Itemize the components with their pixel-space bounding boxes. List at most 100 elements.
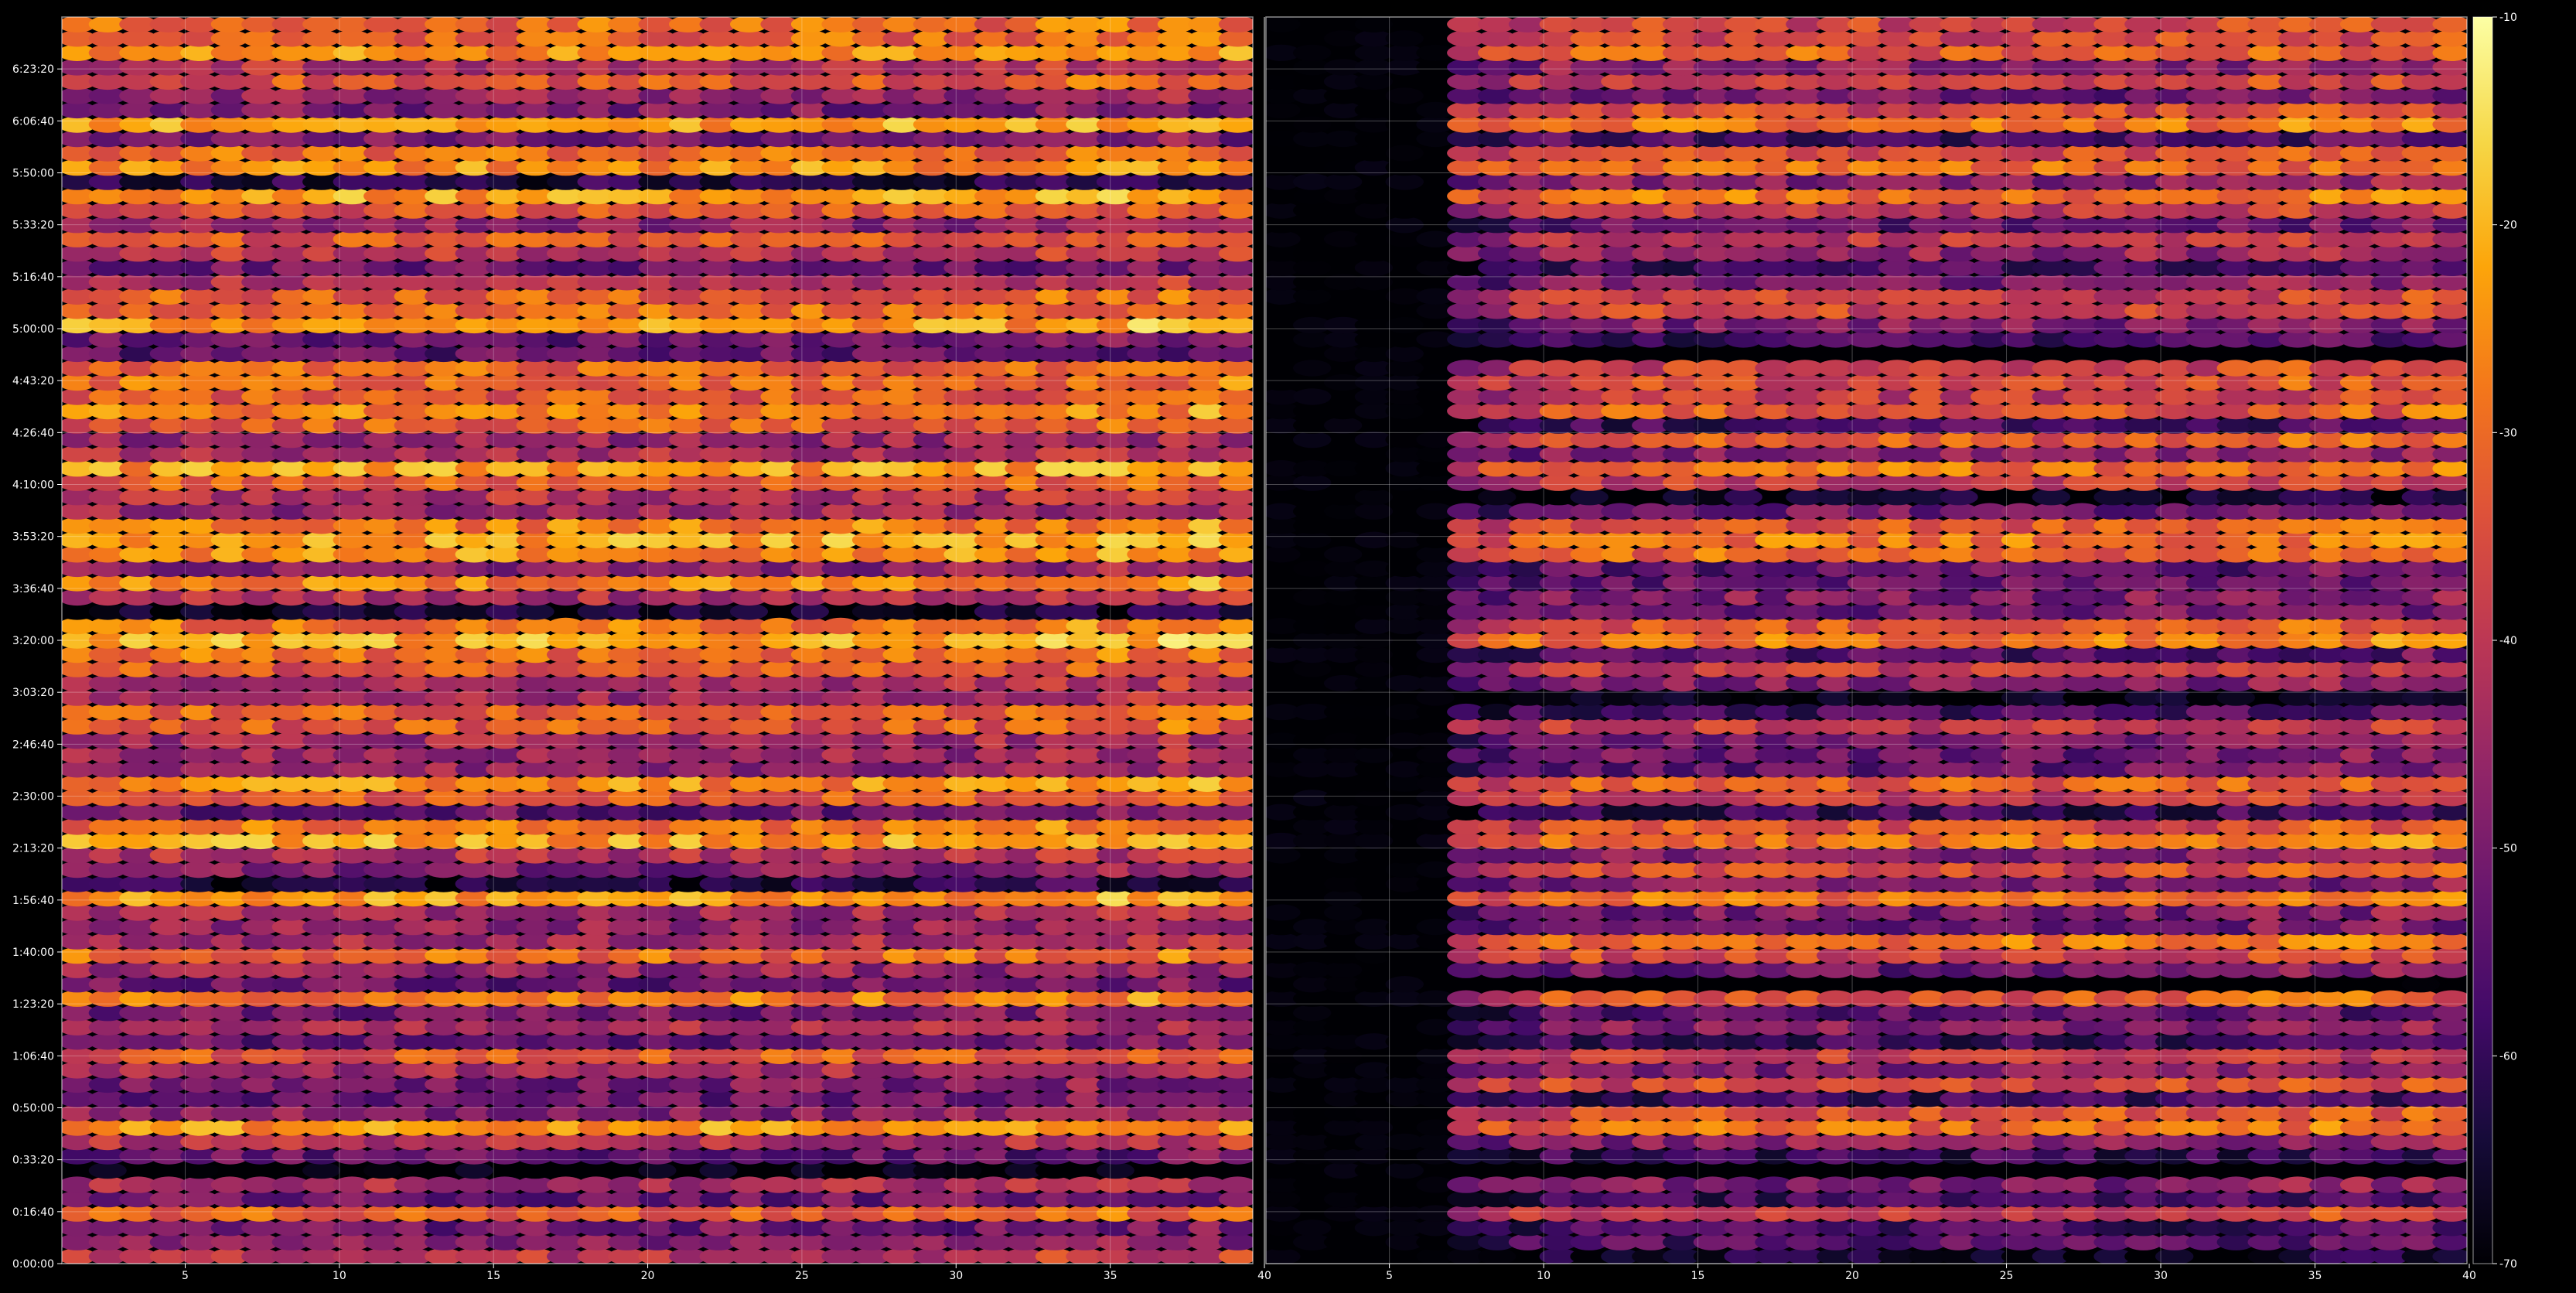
heatmap-cell <box>1218 546 1253 563</box>
heatmap-cell <box>1218 646 1253 664</box>
heatmap-cell <box>1354 689 1394 706</box>
heatmap-cell <box>2432 674 2467 692</box>
heatmap-cell <box>1218 832 1253 850</box>
heatmap-cell <box>1218 245 1253 262</box>
heatmap-cell <box>1218 589 1253 606</box>
heatmap-cell <box>1218 145 1253 162</box>
heatmap-cell <box>1323 1018 1363 1036</box>
heatmap-cell <box>1218 1005 1253 1022</box>
heatmap-cell <box>2432 1248 2467 1264</box>
heatmap-cell <box>2432 889 2467 907</box>
heatmap-cell <box>1416 689 1455 706</box>
heatmap-cell <box>1218 689 1253 706</box>
heatmap-cell <box>1218 1248 1253 1264</box>
heatmap-cell <box>1354 646 1394 664</box>
heatmap-cell <box>1218 617 1253 635</box>
heatmap-cell <box>1096 1162 1134 1179</box>
heatmap-cell <box>1218 674 1253 692</box>
heatmap-cell <box>1218 202 1253 219</box>
heatmap-cell <box>1385 1162 1424 1179</box>
heatmap-cell <box>1354 818 1394 835</box>
heatmap-cell <box>1218 933 1253 950</box>
heatmap-cell <box>2432 790 2467 807</box>
heatmap-cell <box>2432 1176 2467 1193</box>
heatmap-cell <box>1218 474 1253 491</box>
heatmap-cell <box>1218 990 1253 1007</box>
heatmap-cell <box>1218 1090 1253 1107</box>
heatmap-cell <box>1218 374 1253 391</box>
heatmap-cell <box>1218 961 1253 978</box>
heatmap-cell <box>1755 689 1793 706</box>
heatmap-cell <box>1218 1076 1253 1093</box>
heatmap-cell <box>1293 1220 1332 1237</box>
heatmap-cell <box>1323 889 1363 907</box>
heatmap-cell <box>1218 1148 1253 1165</box>
heatmap-cell <box>2432 1133 2467 1151</box>
heatmap-cell <box>1218 847 1253 864</box>
heatmap-cell <box>1218 875 1253 892</box>
heatmap-cell <box>1218 790 1253 807</box>
heatmap-cell <box>1218 59 1253 76</box>
heatmap-cell <box>1218 861 1253 878</box>
heatmap-cell <box>1218 316 1253 334</box>
heatmap-cell <box>699 1162 738 1179</box>
heatmap-cell <box>2432 847 2467 864</box>
heatmap-cell <box>1218 116 1253 133</box>
heatmap-cell <box>1218 101 1253 119</box>
heatmap-cell <box>1385 904 1424 921</box>
heatmap-cell <box>1385 976 1424 993</box>
heatmap-cell <box>1218 803 1253 820</box>
heatmap-cell <box>2432 1062 2467 1079</box>
heatmap-cell <box>1266 904 1301 921</box>
heatmap-cell <box>1385 1005 1424 1022</box>
heatmap-cell <box>1385 1104 1424 1122</box>
heatmap-cell <box>2432 689 2467 706</box>
heatmap-cell <box>516 603 554 620</box>
heatmap-cell <box>302 1162 341 1179</box>
heatmap-cell <box>516 1162 554 1179</box>
heatmap-cell <box>1354 746 1394 763</box>
heatmap-cell <box>2432 1205 2467 1222</box>
heatmap-cell <box>1218 402 1253 420</box>
heatmap-cell <box>1218 173 1253 190</box>
heatmap-cell <box>2432 818 2467 835</box>
heatmap-cell <box>1218 331 1253 348</box>
heatmap-cell <box>2432 1104 2467 1122</box>
heatmap-cell <box>1218 560 1253 578</box>
heatmap-cell <box>2216 689 2255 706</box>
heatmap-cell <box>1218 718 1253 735</box>
heatmap-cell <box>1218 259 1253 276</box>
heatmap-cell <box>821 1162 860 1179</box>
heatmap-cell <box>1266 947 1301 964</box>
heatmap-cell <box>1218 274 1253 291</box>
heatmap-cell <box>1218 818 1253 835</box>
heatmap-cell <box>1218 1133 1253 1151</box>
heatmap-cell <box>2432 861 2467 878</box>
heatmap-cell <box>2432 703 2467 721</box>
heatmap-cell <box>1218 603 1253 620</box>
heatmap-cell <box>2432 775 2467 792</box>
heatmap-cell <box>1218 904 1253 921</box>
heatmap-cell <box>1266 775 1301 792</box>
heatmap-cell <box>1218 230 1253 247</box>
heatmap-cell <box>2432 660 2467 677</box>
heatmap-cell <box>1218 1033 1253 1050</box>
heatmap-cell <box>1218 73 1253 90</box>
heatmap-cell <box>1218 30 1253 47</box>
heatmap-cell <box>1218 1233 1253 1250</box>
heatmap-cell <box>1218 1018 1253 1035</box>
heatmap-cell <box>2432 761 2467 778</box>
heatmap-cell <box>2432 875 2467 892</box>
heatmap-cell <box>1218 445 1253 462</box>
heatmap-cell <box>790 603 829 620</box>
heatmap-cell <box>1218 1176 1253 1193</box>
heatmap-cell <box>1218 345 1253 363</box>
heatmap-cell <box>1478 1248 1517 1264</box>
heatmap-cell <box>1218 360 1253 377</box>
heatmap-cell <box>2432 1220 2467 1237</box>
heatmap-cell <box>1218 746 1253 763</box>
heatmap-cell <box>1218 1104 1253 1122</box>
heatmap-cell <box>2432 1033 2467 1050</box>
heatmap-cell <box>1218 187 1253 205</box>
heatmap-cell <box>1218 159 1253 176</box>
